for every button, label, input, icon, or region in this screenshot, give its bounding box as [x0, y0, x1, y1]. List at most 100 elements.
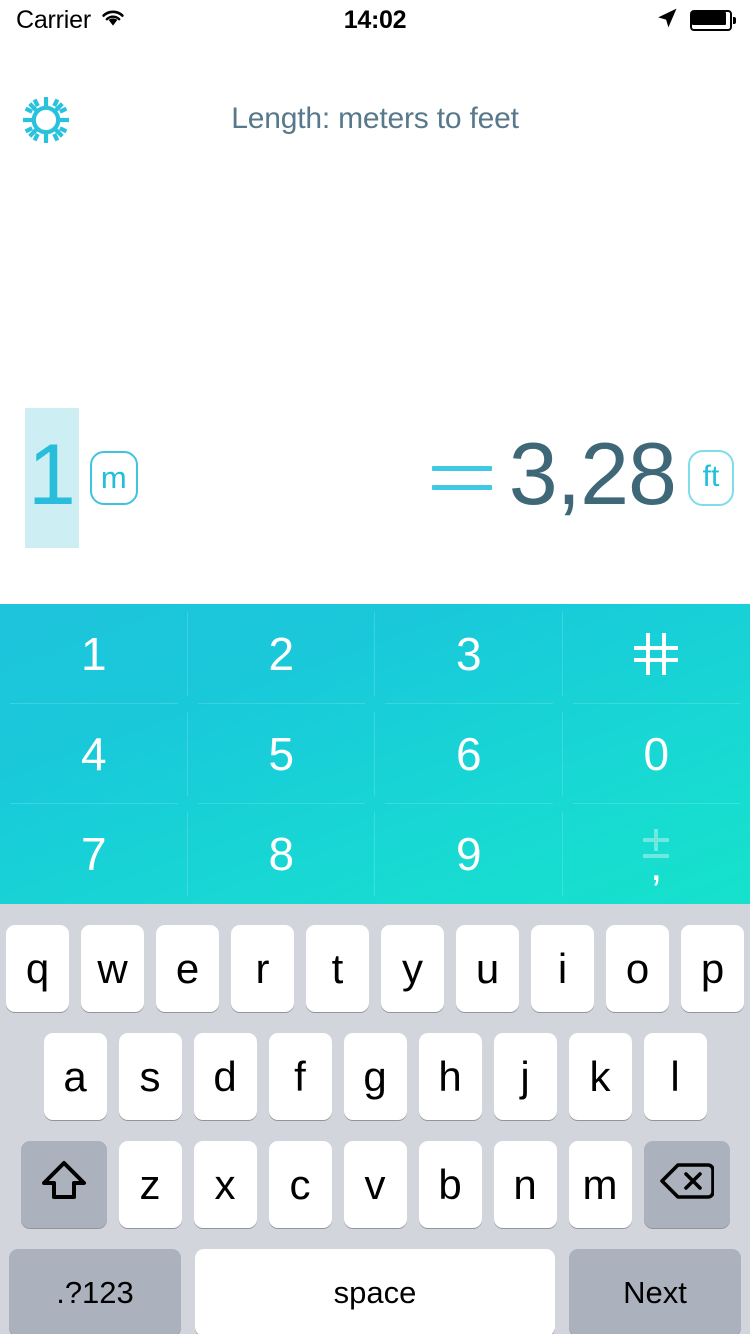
- keypad-key-5[interactable]: 5: [188, 704, 376, 804]
- space-key[interactable]: space: [195, 1249, 555, 1334]
- key-v-label: v: [365, 1164, 386, 1206]
- key-o[interactable]: o: [606, 925, 669, 1012]
- key-n-label: n: [513, 1164, 536, 1206]
- key-i[interactable]: i: [531, 925, 594, 1012]
- key-z-label: z: [140, 1164, 161, 1206]
- keypad-key-1[interactable]: 1: [0, 604, 188, 704]
- key-t-label: t: [332, 948, 344, 990]
- soft-keyboard: q w e r t y u i o p a s d f g h j k l: [0, 904, 750, 1334]
- space-key-label: space: [334, 1277, 417, 1308]
- key-p-label: p: [701, 948, 724, 990]
- key-h[interactable]: h: [419, 1033, 482, 1120]
- key-f-label: f: [294, 1056, 306, 1098]
- key-s-label: s: [140, 1056, 161, 1098]
- location-arrow-icon: [655, 6, 679, 35]
- key-e[interactable]: e: [156, 925, 219, 1012]
- keypad-key-3[interactable]: 3: [375, 604, 563, 704]
- keypad-key-2-label: 2: [268, 631, 294, 677]
- key-d[interactable]: d: [194, 1033, 257, 1120]
- key-k[interactable]: k: [569, 1033, 632, 1120]
- keypad-key-7-label: 7: [81, 831, 107, 877]
- key-r-label: r: [256, 948, 270, 990]
- key-b[interactable]: b: [419, 1141, 482, 1228]
- keyboard-row-1: q w e r t y u i o p: [0, 925, 750, 1012]
- keypad-key-plusminus-comma[interactable]: ,: [563, 804, 750, 904]
- shift-icon: [39, 1158, 89, 1211]
- key-m-label: m: [583, 1164, 618, 1206]
- key-o-label: o: [626, 948, 649, 990]
- keypad-key-9[interactable]: 9: [375, 804, 563, 904]
- keypad-key-1-label: 1: [81, 631, 107, 677]
- key-h-label: h: [438, 1056, 461, 1098]
- input-unit-badge[interactable]: m: [90, 451, 138, 505]
- conversion-display: 1 m 3,28 ft: [0, 380, 750, 580]
- keypad-key-4[interactable]: 4: [0, 704, 188, 804]
- key-r[interactable]: r: [231, 925, 294, 1012]
- key-i-label: i: [558, 948, 567, 990]
- input-value[interactable]: 1: [28, 432, 75, 518]
- status-bar: Carrier 14:02: [0, 0, 750, 40]
- key-u[interactable]: u: [456, 925, 519, 1012]
- key-q[interactable]: q: [6, 925, 69, 1012]
- keypad-key-7[interactable]: 7: [0, 804, 188, 904]
- input-unit-label: m: [101, 462, 127, 493]
- key-l-label: l: [670, 1056, 679, 1098]
- key-u-label: u: [476, 948, 499, 990]
- equals-icon: [432, 462, 492, 494]
- key-f[interactable]: f: [269, 1033, 332, 1120]
- status-bar-clock: 14:02: [0, 0, 750, 40]
- key-t[interactable]: t: [306, 925, 369, 1012]
- key-s[interactable]: s: [119, 1033, 182, 1120]
- input-group[interactable]: 1 m: [25, 408, 138, 548]
- result-unit-badge[interactable]: ft: [688, 450, 734, 506]
- keypad-key-0[interactable]: 0: [563, 704, 750, 804]
- input-selection-highlight[interactable]: 1: [25, 408, 79, 548]
- delete-key[interactable]: [644, 1141, 730, 1228]
- key-x[interactable]: x: [194, 1141, 257, 1228]
- key-p[interactable]: p: [681, 925, 744, 1012]
- result-value: 3,28: [509, 430, 676, 518]
- nav-bar: Length: meters to feet: [0, 42, 750, 120]
- result-group: 3,28 ft: [432, 408, 734, 548]
- keyboard-row-3: z x c v b n m: [0, 1141, 750, 1228]
- key-y-label: y: [402, 948, 423, 990]
- comma-label: ,: [650, 857, 662, 875]
- key-c[interactable]: c: [269, 1141, 332, 1228]
- key-l[interactable]: l: [644, 1033, 707, 1120]
- keyboard-row-2: a s d f g h j k l: [0, 1033, 750, 1120]
- keypad-key-hash[interactable]: [563, 604, 750, 704]
- key-k-label: k: [590, 1056, 611, 1098]
- key-g[interactable]: g: [344, 1033, 407, 1120]
- key-d-label: d: [213, 1056, 236, 1098]
- keypad-key-2[interactable]: 2: [188, 604, 376, 704]
- clock-label: 14:02: [344, 6, 406, 35]
- next-key-label: Next: [623, 1277, 687, 1308]
- keypad-key-5-label: 5: [268, 731, 294, 777]
- keypad-key-6[interactable]: 6: [375, 704, 563, 804]
- key-y[interactable]: y: [381, 925, 444, 1012]
- numbers-key[interactable]: .?123: [9, 1249, 181, 1334]
- keypad-key-3-label: 3: [456, 631, 482, 677]
- key-w[interactable]: w: [81, 925, 144, 1012]
- keypad-key-8-label: 8: [268, 831, 294, 877]
- backspace-icon: [660, 1161, 714, 1208]
- keypad-key-8[interactable]: 8: [188, 804, 376, 904]
- keypad-key-4-label: 4: [81, 731, 107, 777]
- key-q-label: q: [26, 948, 49, 990]
- next-key[interactable]: Next: [569, 1249, 741, 1334]
- key-v[interactable]: v: [344, 1141, 407, 1228]
- key-x-label: x: [215, 1164, 236, 1206]
- key-m[interactable]: m: [569, 1141, 632, 1228]
- keypad-key-9-label: 9: [456, 831, 482, 877]
- key-e-label: e: [176, 948, 199, 990]
- key-a[interactable]: a: [44, 1033, 107, 1120]
- key-j[interactable]: j: [494, 1033, 557, 1120]
- hash-icon: [634, 633, 678, 675]
- shift-key[interactable]: [21, 1141, 107, 1228]
- key-z[interactable]: z: [119, 1141, 182, 1228]
- result-unit-label: ft: [703, 462, 720, 492]
- key-a-label: a: [63, 1056, 86, 1098]
- key-n[interactable]: n: [494, 1141, 557, 1228]
- page-title: Length: meters to feet: [0, 102, 750, 136]
- numbers-key-label: .?123: [56, 1277, 134, 1308]
